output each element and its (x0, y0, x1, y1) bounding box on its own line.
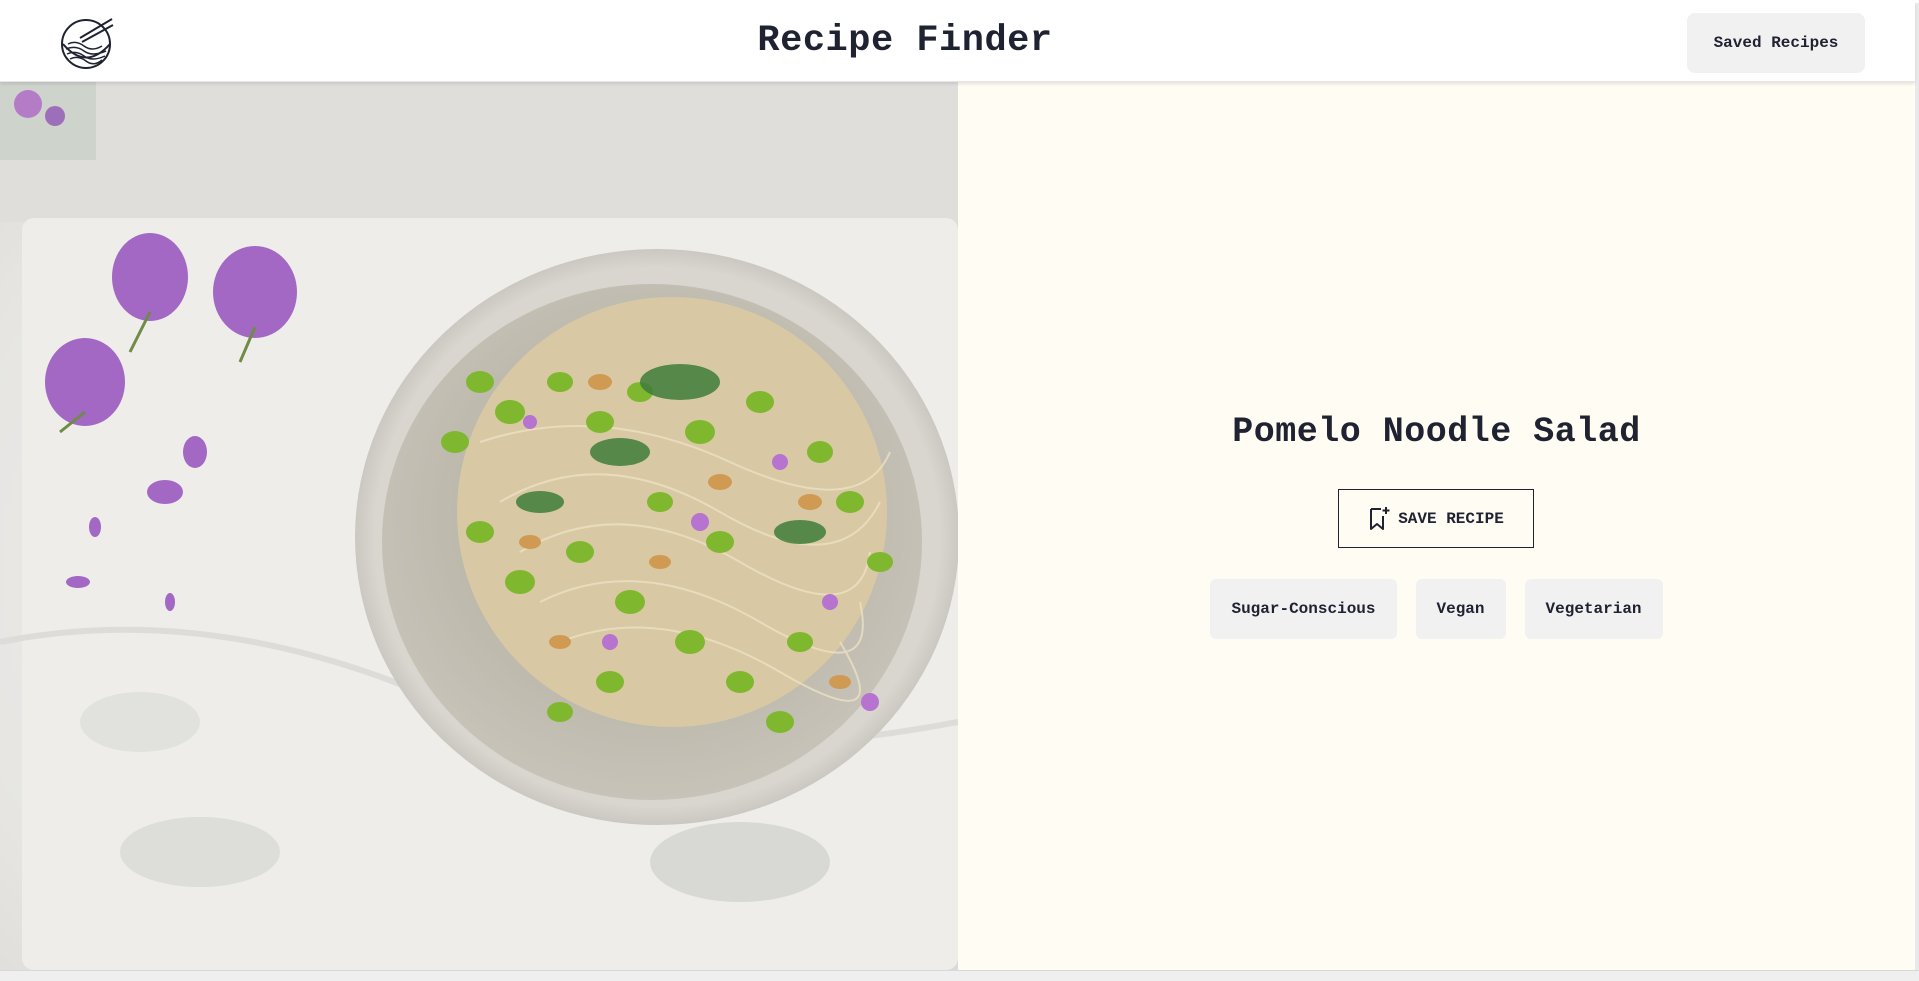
horizontal-scrollbar[interactable] (0, 970, 1919, 981)
tag-vegetarian[interactable]: Vegetarian (1524, 579, 1663, 639)
app-title: Recipe Finder (757, 20, 1053, 62)
save-recipe-button[interactable]: SAVE RECIPE (1338, 489, 1534, 548)
saved-recipes-button[interactable]: Saved Recipes (1687, 13, 1865, 73)
save-recipe-label: SAVE RECIPE (1398, 509, 1504, 528)
recipe-detail-panel: Pomelo Noodle Salad SAVE RECIPE Sugar-Co… (958, 82, 1915, 970)
app-header: Recipe Finder Saved Recipes (0, 3, 1915, 82)
tag-sugar-conscious[interactable]: Sugar-Conscious (1210, 579, 1397, 639)
tag-vegan[interactable]: Vegan (1415, 579, 1506, 639)
recipe-photo (0, 82, 958, 970)
page: Recipe Finder Saved Recipes Pomelo Noodl… (0, 0, 1919, 981)
bookmark-plus-icon (1370, 506, 1390, 530)
recipe-title: Pomelo Noodle Salad (1232, 412, 1641, 452)
vertical-scrollbar[interactable] (1915, 3, 1919, 970)
diet-tags: Sugar-Conscious Vegan Vegetarian (958, 579, 1915, 639)
